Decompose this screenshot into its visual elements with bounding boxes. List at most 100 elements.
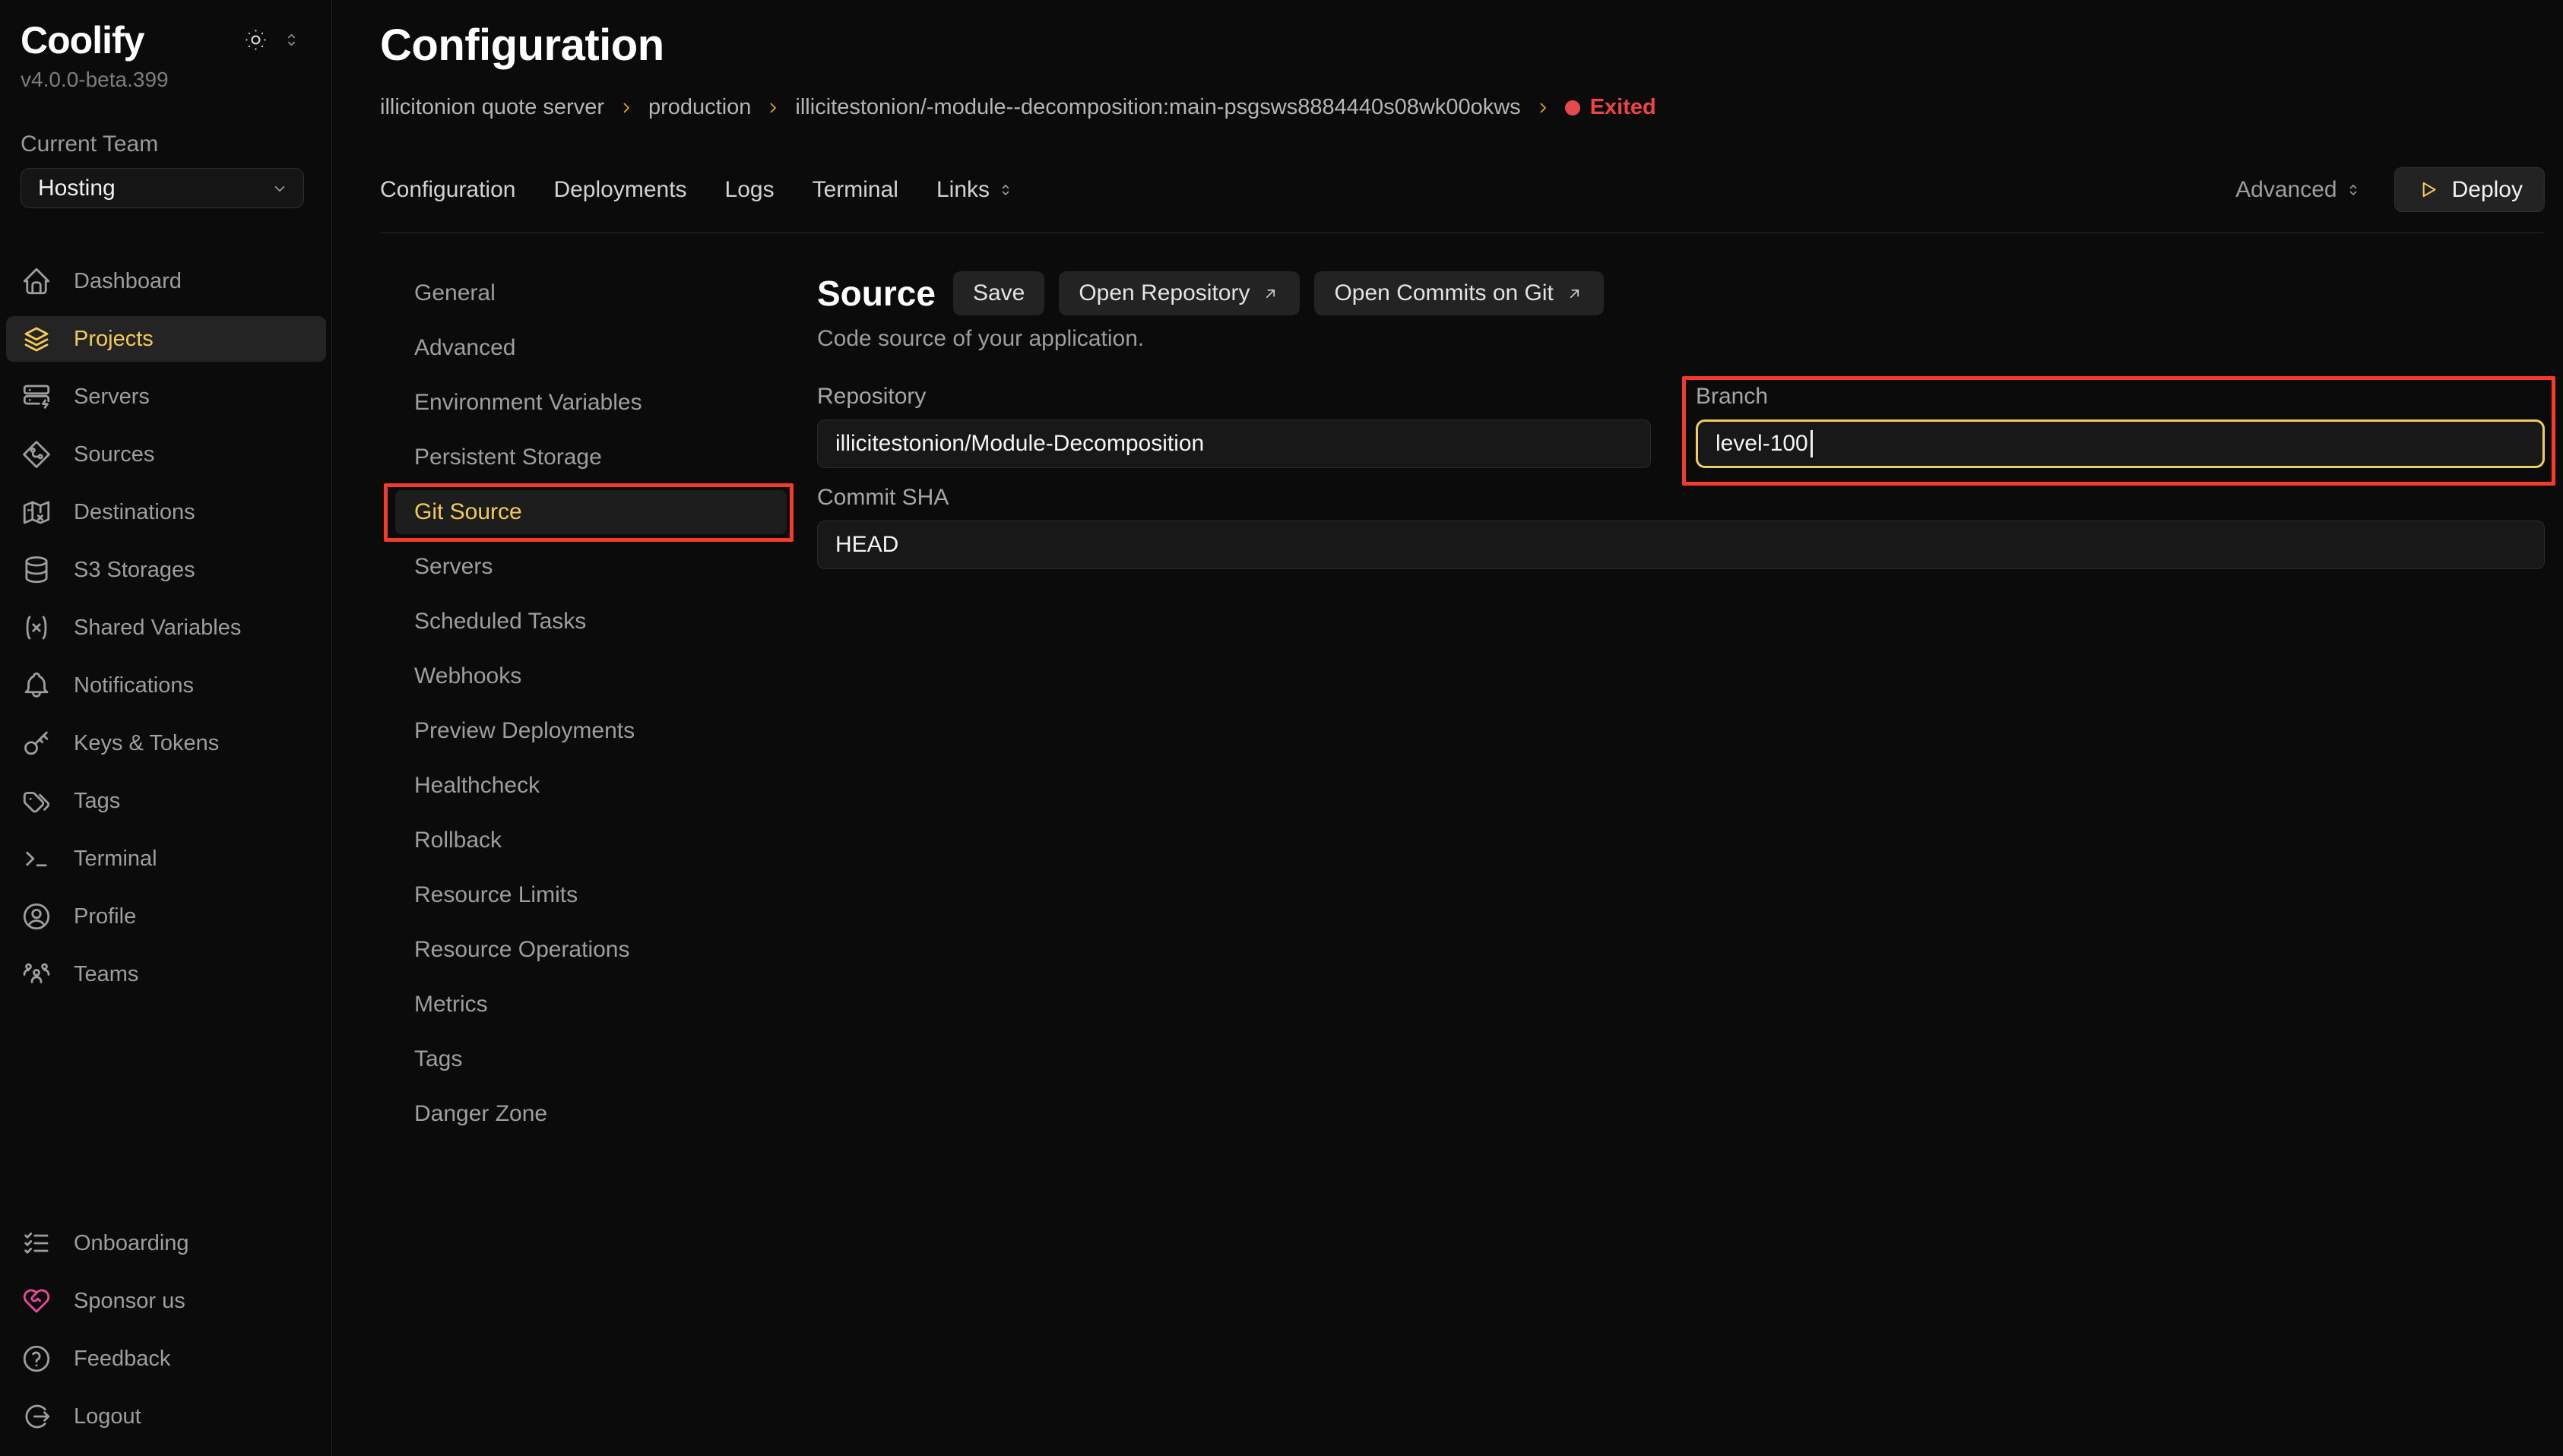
subnav-item-servers[interactable]: Servers <box>395 545 787 589</box>
sidebar-item-terminal[interactable]: Terminal <box>6 836 326 882</box>
sidebar-item-sources[interactable]: Sources <box>6 432 326 477</box>
configuration-subnav: General Advanced Environment Variables P… <box>395 271 787 1136</box>
sidebar-footer-nav: Onboarding Sponsor us Feedback Logout <box>6 1220 326 1439</box>
breadcrumb-project[interactable]: illicitonion quote server <box>380 95 604 120</box>
section-subtitle: Code source of your application. <box>817 326 2545 352</box>
branch-input[interactable]: level-100 <box>1696 419 2545 468</box>
sidebar-item-label: Sources <box>74 442 154 467</box>
external-link-icon <box>1565 284 1584 303</box>
status-dot-icon <box>1565 100 1580 116</box>
sidebar-item-label: Notifications <box>74 673 194 698</box>
repository-input[interactable] <box>817 419 1651 468</box>
subnav-item-tags[interactable]: Tags <box>395 1037 787 1081</box>
sidebar-nav: Dashboard Projects Servers Sources Desti… <box>6 258 326 997</box>
terminal-icon <box>21 843 52 875</box>
page-title: Configuration <box>380 20 2545 71</box>
subnav-item-scheduled-tasks[interactable]: Scheduled Tasks <box>395 600 787 644</box>
open-commits-button[interactable]: Open Commits on Git <box>1314 271 1603 315</box>
sidebar-item-label: Profile <box>74 904 136 929</box>
breadcrumb: illicitonion quote server production ill… <box>380 95 2545 120</box>
sidebar-item-s3-storages[interactable]: S3 Storages <box>6 547 326 593</box>
status-badge: Exited <box>1565 95 1656 120</box>
sidebar-item-logout[interactable]: Logout <box>6 1394 326 1439</box>
sidebar-item-servers[interactable]: Servers <box>6 374 326 419</box>
subnav-item-advanced[interactable]: Advanced <box>395 326 787 370</box>
play-icon <box>2416 178 2440 201</box>
subnav-item-preview-deployments[interactable]: Preview Deployments <box>395 709 787 753</box>
subnav-item-danger-zone[interactable]: Danger Zone <box>395 1092 787 1136</box>
sidebar-item-tags[interactable]: Tags <box>6 778 326 824</box>
breadcrumb-environment[interactable]: production <box>648 95 751 120</box>
sidebar-item-onboarding[interactable]: Onboarding <box>6 1220 326 1266</box>
subnav-item-webhooks[interactable]: Webhooks <box>395 654 787 698</box>
subnav-item-resource-operations[interactable]: Resource Operations <box>395 928 787 972</box>
section-title: Source <box>817 273 936 314</box>
sidebar-item-destinations[interactable]: Destinations <box>6 489 326 535</box>
current-team-label: Current Team <box>21 131 301 157</box>
coolify-app: Coolify v4.0.0-beta.399 Current Team Hos… <box>0 0 2563 1456</box>
git-source-icon <box>21 438 52 470</box>
layers-icon <box>21 323 52 355</box>
sidebar-item-label: Dashboard <box>74 269 182 294</box>
advanced-menu[interactable]: Advanced <box>2235 177 2362 203</box>
server-icon <box>21 381 52 413</box>
commit-sha-label: Commit SHA <box>817 485 2545 511</box>
sidebar: Coolify v4.0.0-beta.399 Current Team Hos… <box>0 0 332 1456</box>
subnav-item-metrics[interactable]: Metrics <box>395 983 787 1027</box>
sidebar-item-label: Sponsor us <box>74 1289 185 1314</box>
users-group-icon <box>21 958 52 990</box>
chevron-right-icon <box>764 99 782 117</box>
subnav-item-resource-limits[interactable]: Resource Limits <box>395 873 787 917</box>
app-logo: Coolify <box>21 20 144 62</box>
tab-configuration[interactable]: Configuration <box>380 177 515 203</box>
subnav-item-git-source[interactable]: Git Source <box>395 490 787 534</box>
team-select[interactable]: Hosting <box>21 168 304 208</box>
tab-logs[interactable]: Logs <box>725 177 775 203</box>
home-icon <box>21 265 52 297</box>
subnav-item-healthcheck[interactable]: Healthcheck <box>395 764 787 808</box>
sidebar-item-projects[interactable]: Projects <box>6 316 326 362</box>
git-source-panel: Source Save Open Repository Open Commits… <box>817 271 2545 569</box>
sidebar-item-label: Tags <box>74 789 120 814</box>
tab-deployments[interactable]: Deployments <box>553 177 686 203</box>
sun-icon[interactable] <box>243 27 268 52</box>
text-cursor <box>1811 430 1813 457</box>
deploy-button[interactable]: Deploy <box>2394 167 2545 212</box>
theme-selector-icon[interactable] <box>282 30 301 49</box>
open-repository-button[interactable]: Open Repository <box>1059 271 1300 315</box>
save-button[interactable]: Save <box>953 271 1044 315</box>
sidebar-item-label: Feedback <box>74 1347 170 1372</box>
sidebar-item-profile[interactable]: Profile <box>6 894 326 939</box>
sidebar-item-label: Logout <box>74 1404 141 1429</box>
commit-sha-input[interactable] <box>817 521 2545 569</box>
sidebar-item-label: Destinations <box>74 500 195 525</box>
selector-icon <box>2344 181 2362 199</box>
bell-icon <box>21 669 52 701</box>
subnav-item-general[interactable]: General <box>395 271 787 315</box>
tab-links[interactable]: Links <box>936 177 1015 203</box>
sidebar-item-shared-variables[interactable]: Shared Variables <box>6 605 326 650</box>
sidebar-item-label: Keys & Tokens <box>74 731 219 756</box>
tabs-row: Configuration Deployments Logs Terminal … <box>380 167 2545 212</box>
subnav-item-rollback[interactable]: Rollback <box>395 818 787 863</box>
status-text: Exited <box>1590 95 1656 120</box>
sidebar-item-teams[interactable]: Teams <box>6 951 326 997</box>
sidebar-item-feedback[interactable]: Feedback <box>6 1336 326 1382</box>
logout-icon <box>21 1401 52 1432</box>
sidebar-item-label: Shared Variables <box>74 616 241 641</box>
sidebar-item-label: Projects <box>74 327 154 352</box>
chevron-down-icon <box>270 179 290 198</box>
subnav-item-persistent-storage[interactable]: Persistent Storage <box>395 435 787 480</box>
map-icon <box>21 496 52 528</box>
team-select-value: Hosting <box>38 176 116 201</box>
subnav-item-environment-variables[interactable]: Environment Variables <box>395 381 787 425</box>
sidebar-item-label: S3 Storages <box>74 558 195 583</box>
breadcrumb-application[interactable]: illicitestonion/-module--decomposition:m… <box>795 95 1520 120</box>
sidebar-item-notifications[interactable]: Notifications <box>6 663 326 708</box>
sidebar-item-dashboard[interactable]: Dashboard <box>6 258 326 304</box>
sidebar-item-sponsor-us[interactable]: Sponsor us <box>6 1278 326 1324</box>
repository-field: Repository <box>817 384 1651 468</box>
sidebar-item-label: Servers <box>74 385 150 410</box>
sidebar-item-keys-tokens[interactable]: Keys & Tokens <box>6 720 326 766</box>
tab-terminal[interactable]: Terminal <box>813 177 898 203</box>
